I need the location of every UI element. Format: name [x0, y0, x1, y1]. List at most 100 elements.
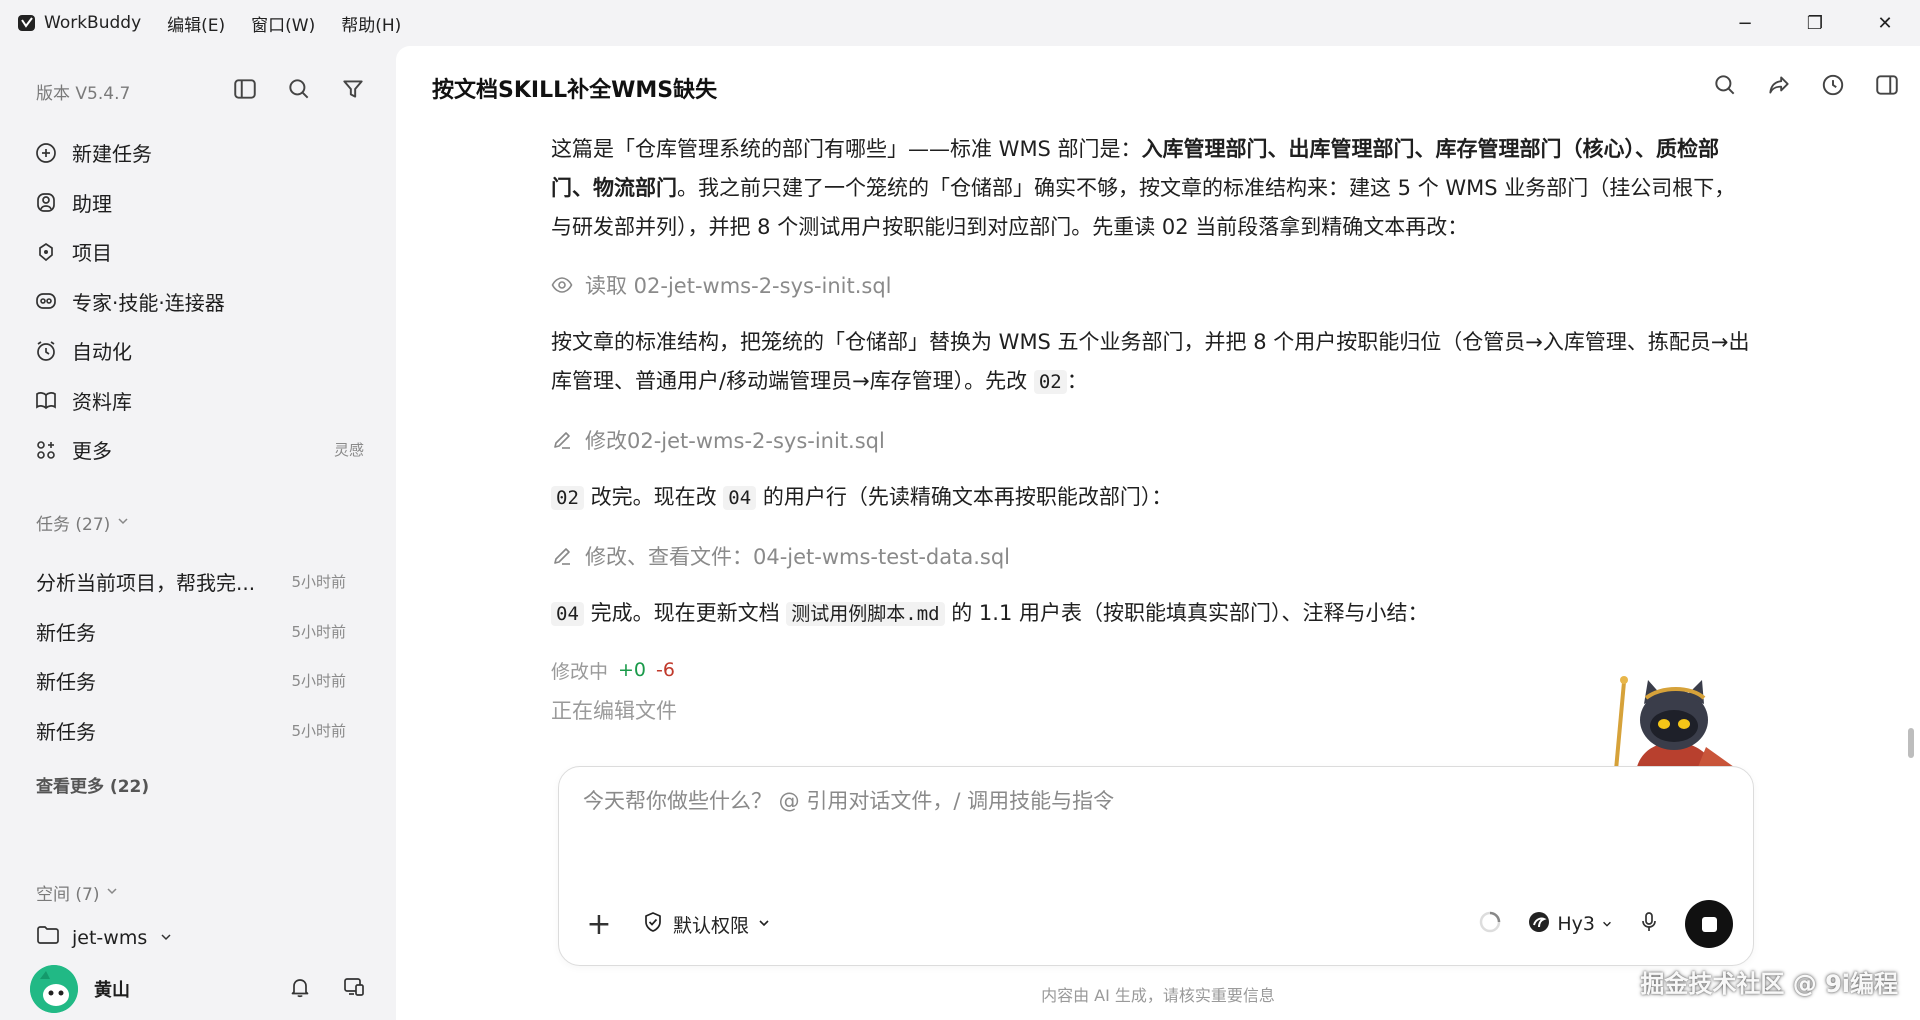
- sidebar-item-automation[interactable]: 自动化: [34, 326, 364, 376]
- sidebar-item-expert[interactable]: 专家·技能·连接器: [34, 277, 364, 327]
- assistant-icon: [34, 190, 58, 214]
- message-paragraph: 02 改完。现在改 04 的用户行（先读精确文本再按职能改部门）：: [551, 478, 1751, 518]
- inline-code: 02: [1033, 370, 1067, 394]
- model-selector[interactable]: Hy3: [1527, 910, 1613, 939]
- chevron-down-icon: [105, 883, 119, 903]
- version-label: 版本 V5.4.7: [36, 83, 131, 104]
- avatar[interactable]: [30, 965, 78, 1013]
- sidebar-item-more[interactable]: 更多 灵感: [34, 425, 364, 475]
- main-panel: 按文档SKILL补全WMS缺失 这篇是「仓库管理系统的部门有哪些」——标准 WM…: [396, 46, 1920, 1020]
- sidebar-item-label: 资料库: [72, 389, 132, 414]
- task-item[interactable]: 新任务 5小时前: [36, 607, 346, 657]
- permission-selector[interactable]: 默认权限: [641, 910, 771, 939]
- maximize-button[interactable]: ❐: [1780, 0, 1850, 46]
- text-run: 的 1.1 用户表（按职能填真实部门）、注释与小结：: [944, 601, 1429, 625]
- spaces-header-label: 空间 (7): [36, 885, 100, 905]
- app-logo-icon: [16, 12, 38, 34]
- folder-icon: [36, 924, 60, 951]
- bell-icon[interactable]: [288, 975, 312, 1003]
- text-run: 。我之前只建了一个笼统的「仓储部」确实不够，按文章的标准结构来：建这 5 个 W…: [551, 176, 1736, 239]
- step-label: 修改02-jet-wms-2-sys-init.sql: [585, 429, 885, 453]
- message-paragraph: 按文章的标准结构，把笼统的「仓储部」替换为 WMS 五个业务部门，并把 8 个用…: [551, 323, 1751, 402]
- sidebar-header: 版本 V5.4.7: [36, 76, 366, 106]
- close-button[interactable]: ✕: [1850, 0, 1920, 46]
- editing-status: 正在编辑文件: [551, 699, 677, 723]
- menu-help[interactable]: 帮助(H): [341, 11, 401, 36]
- sidebar-item-label: 自动化: [72, 340, 132, 365]
- status-label: 修改中: [551, 660, 609, 683]
- chat-input-box[interactable]: 今天帮你做些什么？ @ 引用对话文件，/ 调用技能与指令 + 默认权限 Hy3: [558, 766, 1754, 966]
- search-icon[interactable]: [286, 76, 312, 102]
- pencil-icon: [551, 545, 573, 567]
- panel-icon[interactable]: [1874, 72, 1900, 98]
- text-run: 按文章的标准结构，把笼统的「仓储部」替换为 WMS 五个业务部门，并把 8 个用…: [551, 330, 1750, 393]
- edit-status: 修改中 +0 -6: [551, 652, 1751, 688]
- tool-step-edit-view[interactable]: 修改、查看文件：04-jet-wms-test-data.sql: [551, 536, 1751, 576]
- minimize-button[interactable]: −: [1710, 0, 1780, 46]
- user-name: 黄山: [94, 980, 130, 1001]
- sidebar-nav: 新建任务 助理 项目 专家·技能·连接器 自动化 资料库 更多 灵感: [34, 128, 364, 475]
- task-item[interactable]: 新任务 5小时前: [36, 656, 346, 706]
- task-list: 分析当前项目，帮我完... 5小时前 新任务 5小时前 新任务 5小时前 新任务…: [36, 557, 346, 755]
- inline-code: 02: [551, 486, 584, 510]
- menu-window[interactable]: 窗口(W): [251, 11, 315, 36]
- tool-step-edit[interactable]: 修改02-jet-wms-2-sys-init.sql: [551, 420, 1751, 460]
- sidebar-item-library[interactable]: 资料库: [34, 376, 364, 426]
- device-icon[interactable]: [342, 975, 366, 1003]
- stop-button[interactable]: [1685, 900, 1733, 948]
- pencil-icon: [551, 429, 573, 451]
- stop-icon: [1701, 916, 1717, 932]
- task-title: 新任务: [36, 719, 96, 744]
- message-paragraph: 04 完成。现在更新文档 测试用例脚本.md 的 1.1 用户表（按职能填真实部…: [551, 594, 1751, 634]
- history-icon[interactable]: [1820, 72, 1846, 98]
- sidebar-item-label: 助理: [72, 191, 112, 216]
- spaces-header[interactable]: 空间 (7): [36, 880, 119, 905]
- diff-deletions: -6: [656, 659, 675, 681]
- project-icon: [34, 240, 58, 264]
- add-button[interactable]: +: [579, 904, 619, 944]
- sidebar-item-assistant[interactable]: 助理: [34, 178, 364, 228]
- task-time: 5小时前: [291, 672, 346, 691]
- shield-check-icon: [641, 910, 665, 939]
- mascot-image: [1586, 662, 1746, 772]
- top-toolbar: [1712, 72, 1900, 98]
- tool-step-read[interactable]: 读取 02-jet-wms-2-sys-init.sql: [551, 265, 1751, 305]
- sidebar-item-label: 项目: [72, 241, 112, 266]
- conversation: 这篇是「仓库管理系统的部门有哪些」——标准 WMS 部门是：入库管理部门、出库管…: [551, 130, 1751, 732]
- sidebar-item-new-task[interactable]: 新建任务: [34, 128, 364, 178]
- text-run: ：: [1066, 369, 1088, 393]
- sidebar-item-project[interactable]: 项目: [34, 227, 364, 277]
- space-selector[interactable]: jet-wms: [36, 924, 173, 951]
- inspiration-tag[interactable]: 灵感: [334, 439, 364, 460]
- text-run: 完成。现在更新文档: [583, 601, 787, 625]
- step-label: 读取 02-jet-wms-2-sys-init.sql: [585, 274, 892, 298]
- model-name: Hy3: [1557, 913, 1595, 935]
- message-paragraph: 这篇是「仓库管理系统的部门有哪些」——标准 WMS 部门是：入库管理部门、出库管…: [551, 130, 1751, 247]
- watermark: 掘金技术社区 @ 9i编程: [1640, 970, 1898, 998]
- text-run: 这篇是「仓库管理系统的部门有哪些」——标准 WMS 部门是：: [551, 137, 1142, 161]
- title-bar: WorkBuddy 编辑(E) 窗口(W) 帮助(H) − ❐ ✕: [0, 0, 1920, 46]
- filter-icon[interactable]: [340, 76, 366, 102]
- menu-edit[interactable]: 编辑(E): [167, 11, 225, 36]
- chevron-down-icon: [757, 913, 771, 935]
- tasks-header[interactable]: 任务 (27): [36, 510, 130, 535]
- task-item[interactable]: 分析当前项目，帮我完... 5小时前: [36, 557, 346, 607]
- page-title: 按文档SKILL补全WMS缺失: [432, 78, 718, 103]
- share-icon[interactable]: [1766, 72, 1792, 98]
- tasks-header-label: 任务 (27): [36, 515, 111, 535]
- view-more-link[interactable]: 查看更多 (22): [36, 772, 149, 797]
- window-controls: − ❐ ✕: [1710, 0, 1920, 46]
- automation-icon: [34, 339, 58, 363]
- inline-code: 测试用例脚本.md: [786, 602, 945, 626]
- microphone-icon[interactable]: [1637, 910, 1661, 938]
- diff-additions: +0: [618, 659, 647, 681]
- loading-spinner-icon: [1477, 909, 1503, 939]
- sidebar-toggle-icon[interactable]: [232, 76, 258, 102]
- search-icon[interactable]: [1712, 72, 1738, 98]
- task-title: 分析当前项目，帮我完...: [36, 571, 256, 596]
- input-toolbar: + 默认权限 Hy3: [579, 899, 1733, 949]
- task-item[interactable]: 新任务 5小时前: [36, 706, 346, 756]
- scrollbar[interactable]: [1908, 728, 1914, 758]
- chat-input[interactable]: 今天帮你做些什么？ @ 引用对话文件，/ 调用技能与指令: [583, 785, 1114, 815]
- input-right-tools: Hy3: [1477, 900, 1733, 948]
